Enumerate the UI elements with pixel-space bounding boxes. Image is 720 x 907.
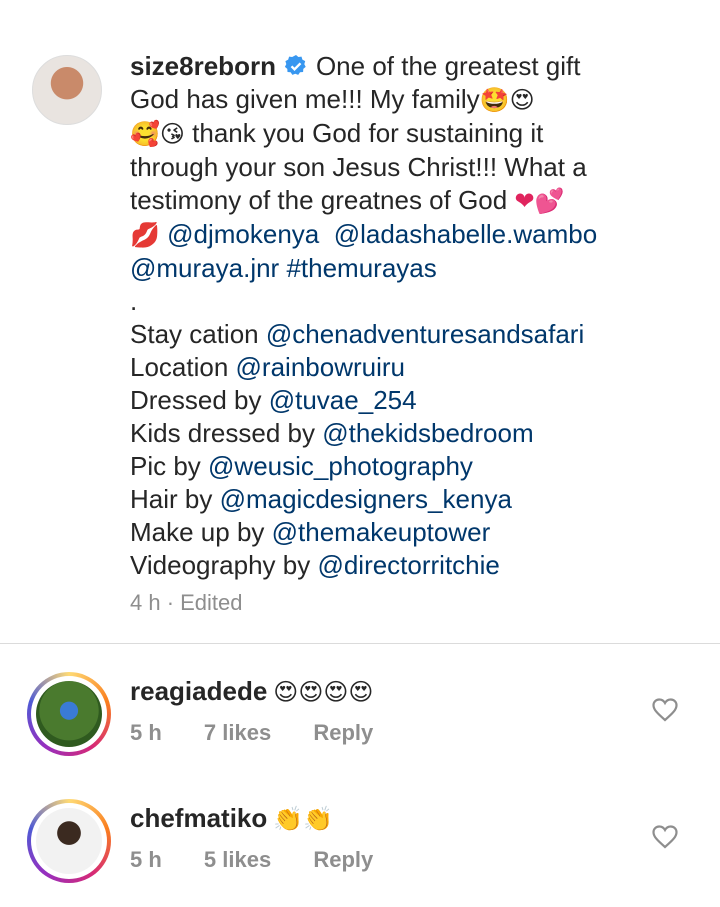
mention-link[interactable]: @muraya.jnr — [130, 253, 279, 283]
credit-label: Make up by — [130, 517, 272, 547]
credit-line: Pic by @weusic_photography — [130, 450, 690, 483]
credit-label: Pic by — [130, 451, 209, 481]
credit-line: Kids dressed by @thekidsbedroom — [130, 417, 690, 450]
comment-likes[interactable]: 7 likes — [204, 720, 271, 745]
credit-handle-link[interactable]: @tuvae_254 — [269, 385, 417, 415]
comment-username[interactable]: chefmatiko — [130, 803, 267, 833]
reply-button[interactable]: Reply — [313, 847, 373, 872]
heart-eyes-emoji-icon: 😍😍😍😍 — [273, 678, 374, 706]
post-timestamp: 4 h · Edited — [130, 590, 243, 615]
caption-line-2: God has given me!!! My family — [130, 84, 480, 114]
post-username[interactable]: size8reborn — [130, 51, 276, 81]
avatar[interactable] — [32, 55, 102, 125]
caption-line-5: testimony of the greatnes of God — [130, 185, 515, 215]
verified-badge-icon — [284, 55, 306, 75]
comment-likes[interactable]: 5 likes — [204, 847, 271, 872]
clapping-hands-emoji-icon: 👏👏 — [273, 805, 334, 833]
credit-label: Kids dressed by — [130, 418, 323, 448]
caption-line-1: One of the greatest gift — [315, 51, 581, 81]
caption-line-3: thank you God for sustaining it — [184, 118, 544, 148]
credit-handle-link[interactable]: @directorritchie — [317, 550, 499, 580]
comment-time: 5 h — [130, 847, 162, 872]
smiling-hearts-emoji-icon: 🥰😘 — [130, 120, 185, 148]
comment-item: chefmatiko 👏👏 5 h 5 likes Reply — [0, 787, 720, 907]
comment-item: reagiadede 😍😍😍😍 5 h 7 likes Reply — [0, 660, 720, 780]
credit-handle-link[interactable]: @magicdesigners_kenya — [220, 484, 512, 514]
caption-text: size8reborn One of the greatest gift God … — [130, 50, 690, 582]
credit-handle-link[interactable]: @chenadventuresandsafari — [266, 319, 584, 349]
star-eyes-emoji-icon: 🤩😍 — [479, 86, 535, 114]
kiss-mark-emoji-icon: 💋 — [130, 221, 160, 249]
credits-list: Stay cation @chenadventuresandsafari Loca… — [130, 318, 690, 582]
credit-handle-link[interactable]: @themakeuptower — [272, 517, 491, 547]
like-heart-icon[interactable] — [652, 825, 678, 849]
comment-avatar[interactable] — [27, 799, 111, 883]
caption-line-4: through your son Jesus Christ!!! What a — [130, 152, 587, 182]
caption-dot: . — [130, 286, 138, 316]
hashtag-link[interactable]: #themurayas — [286, 253, 436, 283]
credit-line: Stay cation @chenadventuresandsafari — [130, 318, 690, 351]
credit-label: Dressed by — [130, 385, 269, 415]
credit-line: Location @rainbowruiru — [130, 351, 690, 384]
comment-time: 5 h — [130, 720, 162, 745]
comment-username[interactable]: reagiadede — [130, 676, 267, 706]
credit-handle-link[interactable]: @thekidsbedroom — [322, 418, 533, 448]
mention-link[interactable]: @ladashabelle.wambo — [334, 219, 597, 249]
comment-meta: 5 h 7 likes Reply — [130, 720, 409, 746]
credit-handle-link[interactable]: @rainbowruiru — [236, 352, 405, 382]
divider — [0, 643, 720, 644]
credit-line: Dressed by @tuvae_254 — [130, 384, 690, 417]
credit-label: Videography by — [130, 550, 318, 580]
comment-avatar[interactable] — [27, 672, 111, 756]
hearts-emoji-icon: ❤💕 — [514, 187, 565, 215]
credit-line: Make up by @themakeuptower — [130, 516, 690, 549]
credit-line: Videography by @directorritchie — [130, 549, 690, 582]
comment-meta: 5 h 5 likes Reply — [130, 847, 409, 873]
reply-button[interactable]: Reply — [313, 720, 373, 745]
like-heart-icon[interactable] — [652, 698, 678, 722]
mention-link[interactable]: @djmokenya — [167, 219, 319, 249]
credit-handle-link[interactable]: @weusic_photography — [208, 451, 473, 481]
credit-line: Hair by @magicdesigners_kenya — [130, 483, 690, 516]
credit-label: Stay cation — [130, 319, 266, 349]
credit-label: Hair by — [130, 484, 220, 514]
credit-label: Location — [130, 352, 236, 382]
